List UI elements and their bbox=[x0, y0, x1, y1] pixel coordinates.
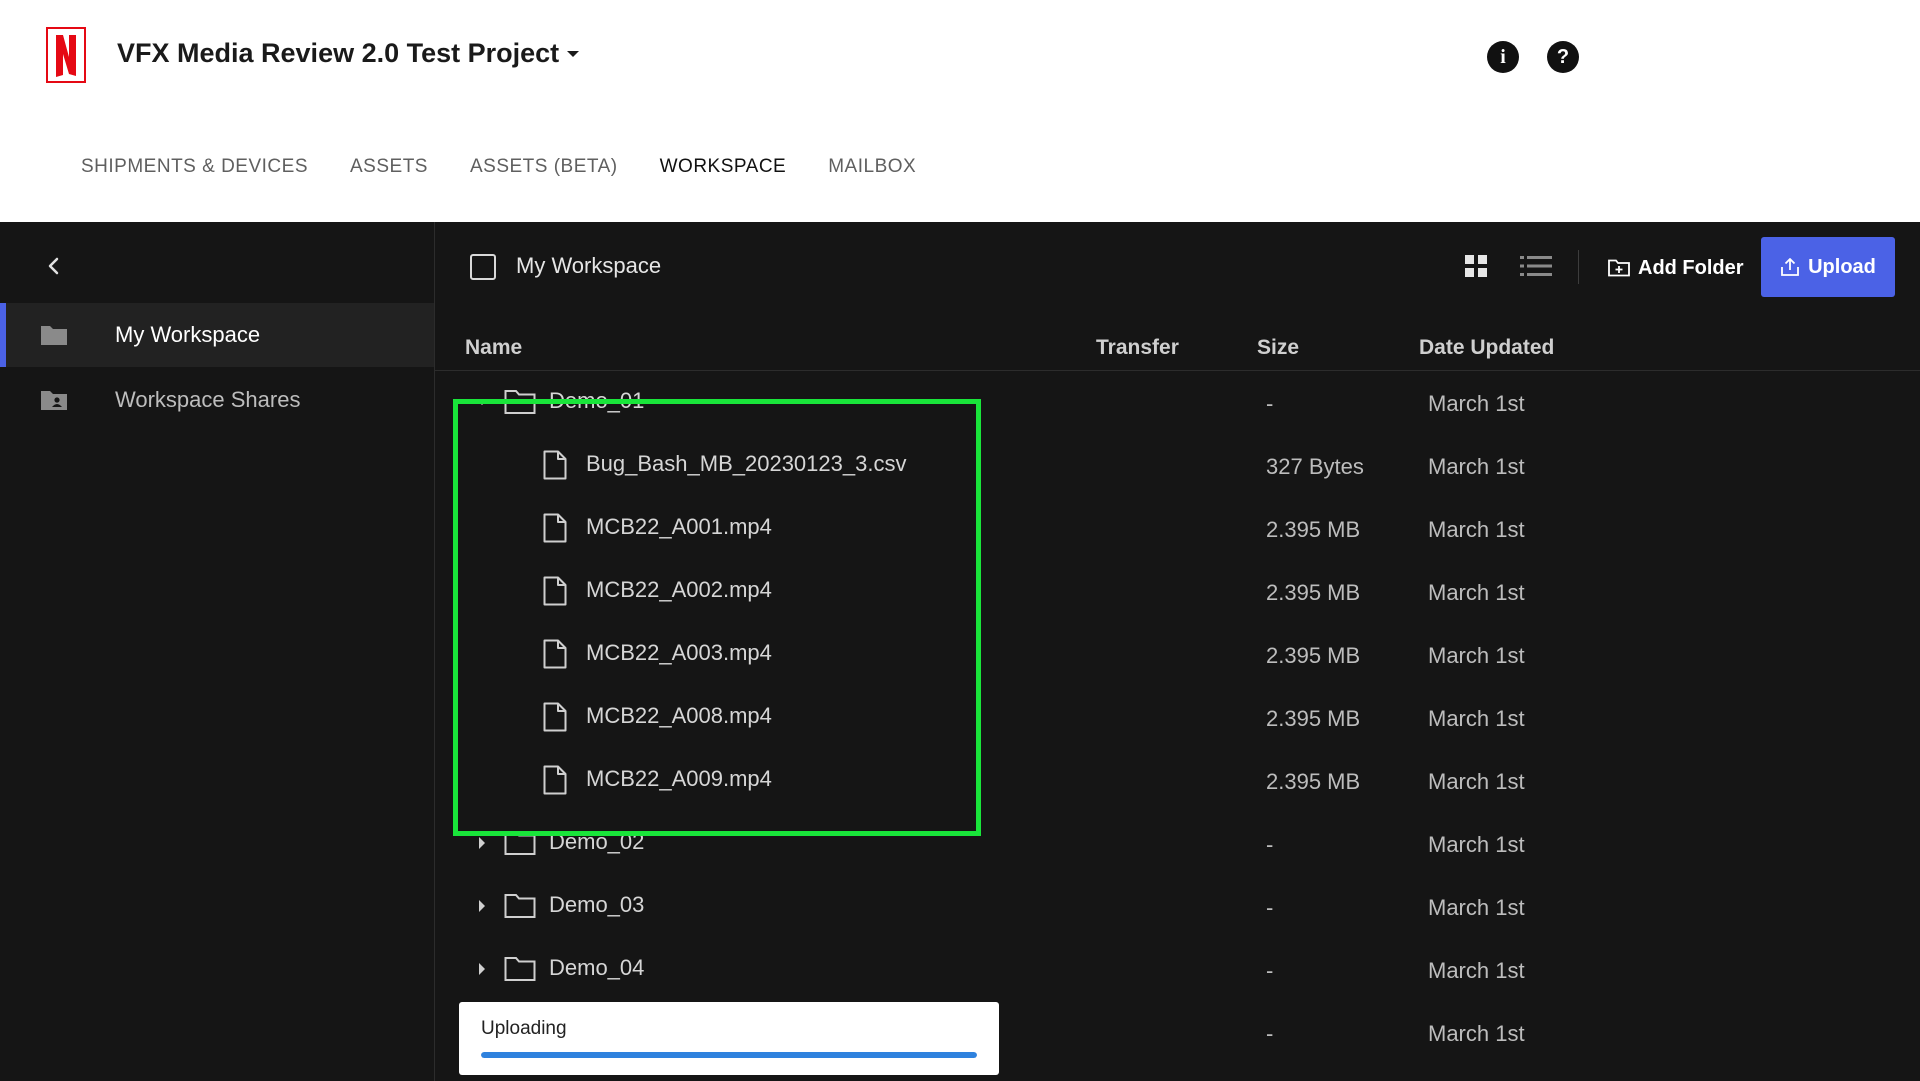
row-size: - bbox=[1266, 1021, 1274, 1046]
chevron-left-icon[interactable] bbox=[42, 254, 66, 278]
column-header-size[interactable]: Size bbox=[1257, 336, 1299, 360]
sidebar-item-my-workspace[interactable]: My Workspace bbox=[0, 303, 434, 367]
row-name[interactable]: Demo_01 bbox=[549, 388, 644, 414]
row-date-updated: March 1st bbox=[1428, 454, 1525, 479]
folder-icon bbox=[504, 894, 536, 918]
row-name[interactable]: MCB22_A002.mp4 bbox=[586, 577, 772, 603]
row-date-updated: March 1st bbox=[1428, 895, 1525, 920]
select-all-checkbox[interactable] bbox=[470, 254, 496, 280]
row-date-updated: March 1st bbox=[1428, 1021, 1525, 1046]
file-icon bbox=[543, 513, 567, 543]
folder-row[interactable]: Demo_02 - March 1st bbox=[435, 813, 1920, 875]
row-date-updated: March 1st bbox=[1428, 517, 1525, 542]
column-header-date-updated[interactable]: Date Updated bbox=[1419, 336, 1554, 360]
caret-right-icon[interactable] bbox=[472, 896, 492, 916]
row-date-updated: March 1st bbox=[1428, 769, 1525, 794]
row-date-updated: March 1st bbox=[1428, 391, 1525, 416]
row-size: - bbox=[1266, 832, 1274, 857]
row-date-updated: March 1st bbox=[1428, 958, 1525, 983]
file-row[interactable]: MCB22_A009.mp4 2.395 MB March 1st bbox=[435, 750, 1920, 812]
row-size: 2.395 MB bbox=[1266, 580, 1361, 605]
sidebar: My Workspace Workspace Shares bbox=[0, 222, 435, 1081]
row-name[interactable]: MCB22_A001.mp4 bbox=[586, 514, 772, 540]
add-folder-icon bbox=[1608, 259, 1630, 277]
row-name[interactable]: MCB22_A009.mp4 bbox=[586, 766, 772, 792]
folder-icon bbox=[504, 957, 536, 981]
row-name[interactable]: MCB22_A003.mp4 bbox=[586, 640, 772, 666]
sidebar-item-label: Workspace Shares bbox=[115, 387, 301, 412]
upload-progress-bar bbox=[481, 1052, 977, 1058]
add-folder-button[interactable]: Add Folder bbox=[1608, 251, 1744, 285]
row-size: - bbox=[1266, 895, 1274, 920]
tab-assets-beta[interactable]: ASSETS (BETA) bbox=[470, 156, 618, 178]
caret-down-icon bbox=[567, 50, 580, 57]
folder-icon bbox=[41, 326, 67, 345]
grid-view-icon[interactable] bbox=[1464, 254, 1488, 278]
row-date-updated: March 1st bbox=[1428, 643, 1525, 668]
file-row[interactable]: MCB22_A001.mp4 2.395 MB March 1st bbox=[435, 498, 1920, 560]
caret-down-icon[interactable] bbox=[472, 392, 492, 412]
caret-right-icon[interactable] bbox=[472, 833, 492, 853]
workspace-title: My Workspace bbox=[516, 253, 662, 278]
row-name[interactable]: Demo_02 bbox=[549, 829, 644, 855]
folder-row[interactable]: Demo_04 - March 1st bbox=[435, 939, 1920, 1001]
workspace-app: My Workspace Workspace Shares My Workspa… bbox=[0, 222, 1920, 1081]
folder-row[interactable]: Demo_03 - March 1st bbox=[435, 876, 1920, 938]
column-header-name[interactable]: Name bbox=[465, 336, 522, 360]
upload-status-label: Uploading bbox=[481, 1018, 567, 1039]
file-icon bbox=[543, 450, 567, 480]
row-size: 327 Bytes bbox=[1266, 454, 1364, 479]
row-name[interactable]: MCB22_A008.mp4 bbox=[586, 703, 772, 729]
row-size: - bbox=[1266, 391, 1274, 416]
row-date-updated: March 1st bbox=[1428, 706, 1525, 731]
header-divider bbox=[435, 370, 1920, 371]
row-name[interactable]: Bug_Bash_MB_20230123_3.csv bbox=[586, 451, 906, 477]
file-icon bbox=[543, 576, 567, 606]
row-name[interactable]: Demo_04 bbox=[549, 955, 644, 981]
add-folder-label: Add Folder bbox=[1638, 256, 1744, 279]
folder-row[interactable]: Demo_01 - March 1st bbox=[435, 372, 1920, 434]
sidebar-item-workspace-shares[interactable]: Workspace Shares bbox=[0, 368, 434, 432]
row-size: - bbox=[1266, 958, 1274, 983]
file-row[interactable]: MCB22_A003.mp4 2.395 MB March 1st bbox=[435, 624, 1920, 686]
folder-icon bbox=[504, 831, 536, 855]
help-icon[interactable]: ? bbox=[1547, 41, 1579, 73]
row-size: 2.395 MB bbox=[1266, 643, 1361, 668]
main-nav: SHIPMENTS & DEVICES ASSETS ASSETS (BETA)… bbox=[81, 156, 916, 178]
info-icon[interactable]: i bbox=[1487, 41, 1519, 73]
upload-icon bbox=[1781, 258, 1800, 276]
row-size: 2.395 MB bbox=[1266, 706, 1361, 731]
upload-toast: Uploading bbox=[459, 1002, 999, 1075]
file-icon bbox=[543, 765, 567, 795]
folder-icon bbox=[504, 390, 536, 414]
list-view-icon[interactable] bbox=[1520, 254, 1552, 278]
caret-right-icon[interactable] bbox=[472, 959, 492, 979]
upload-label: Upload bbox=[1808, 255, 1876, 278]
top-header: VFX Media Review 2.0 Test Project i ? SH… bbox=[0, 0, 1920, 222]
tab-workspace[interactable]: WORKSPACE bbox=[660, 156, 787, 178]
toolbar-divider bbox=[1578, 250, 1579, 284]
row-date-updated: March 1st bbox=[1428, 580, 1525, 605]
tab-assets[interactable]: ASSETS bbox=[350, 156, 428, 178]
row-date-updated: March 1st bbox=[1428, 832, 1525, 857]
project-selector[interactable]: VFX Media Review 2.0 Test Project bbox=[117, 38, 580, 69]
tab-shipments-devices[interactable]: SHIPMENTS & DEVICES bbox=[81, 156, 308, 178]
file-icon bbox=[543, 639, 567, 669]
tab-mailbox[interactable]: MAILBOX bbox=[828, 156, 916, 178]
shared-folder-icon bbox=[41, 391, 67, 410]
column-header-transfer[interactable]: Transfer bbox=[1096, 336, 1179, 360]
netflix-logo[interactable] bbox=[46, 27, 86, 83]
row-size: 2.395 MB bbox=[1266, 769, 1361, 794]
project-title: VFX Media Review 2.0 Test Project bbox=[117, 38, 560, 68]
row-name[interactable]: Demo_03 bbox=[549, 892, 644, 918]
row-size: 2.395 MB bbox=[1266, 517, 1361, 542]
sidebar-item-label: My Workspace bbox=[115, 322, 261, 347]
upload-button[interactable]: Upload bbox=[1761, 237, 1895, 297]
file-row[interactable]: MCB22_A002.mp4 2.395 MB March 1st bbox=[435, 561, 1920, 623]
file-row[interactable]: Bug_Bash_MB_20230123_3.csv 327 Bytes March… bbox=[435, 435, 1920, 497]
upload-progress-fill bbox=[481, 1052, 977, 1058]
file-browser: My Workspace Add Folder Upload Name Tran… bbox=[435, 222, 1920, 1081]
file-icon bbox=[543, 702, 567, 732]
file-row[interactable]: MCB22_A008.mp4 2.395 MB March 1st bbox=[435, 687, 1920, 749]
